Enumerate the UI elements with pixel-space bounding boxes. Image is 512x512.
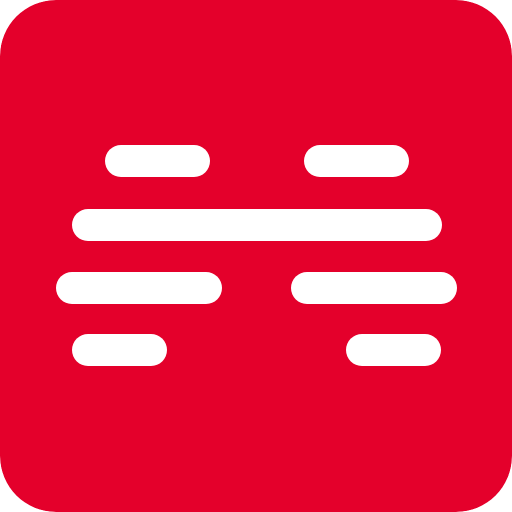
icon-background — [0, 0, 512, 512]
app-logo-icon — [0, 0, 512, 512]
app-logo-graphic — [0, 0, 512, 512]
